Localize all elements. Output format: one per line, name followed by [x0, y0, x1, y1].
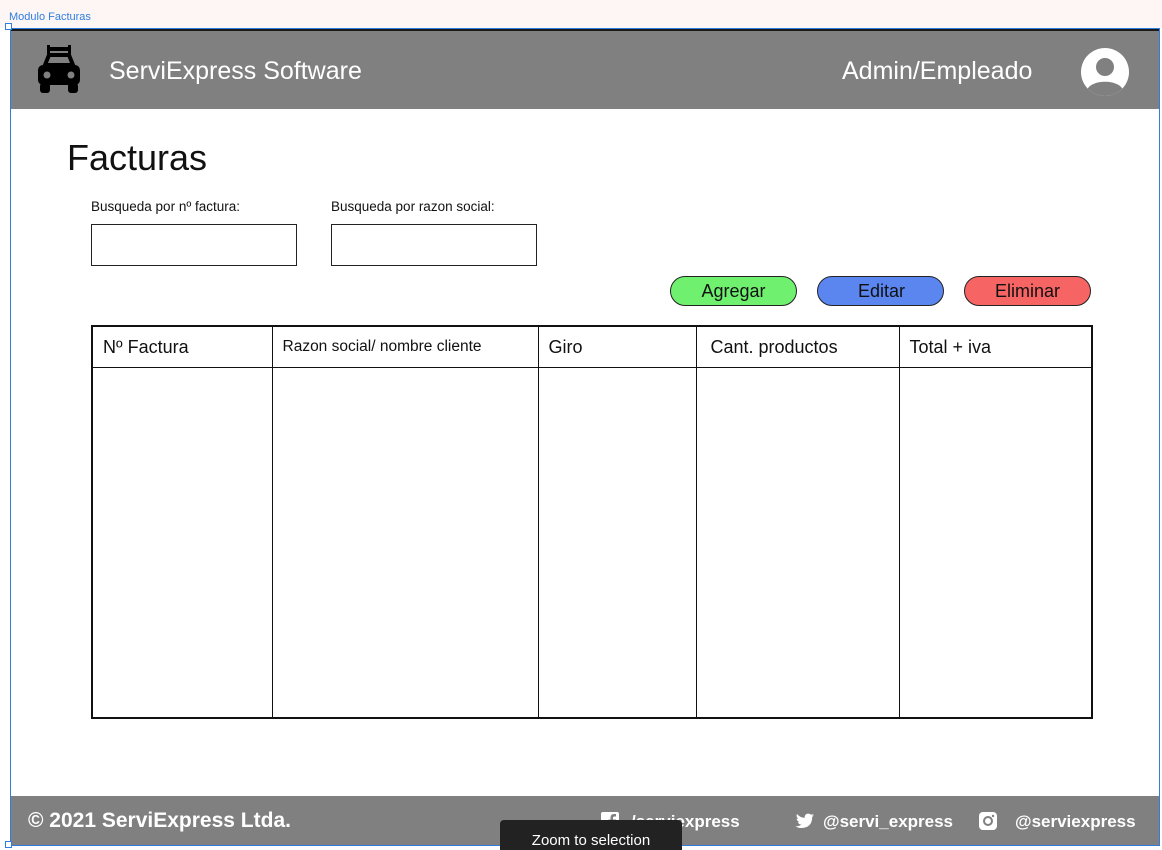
car-icon — [38, 45, 80, 93]
instagram-link[interactable]: @serviexpress — [1015, 812, 1136, 832]
edit-button[interactable]: Editar — [817, 276, 944, 306]
delete-button[interactable]: Eliminar — [964, 276, 1091, 306]
selection-handle-top-left[interactable] — [5, 23, 12, 30]
wireframe-frame[interactable]: ServiExpress Software Admin/Empleado Fac… — [10, 28, 1160, 846]
app-title: ServiExpress Software — [109, 57, 362, 85]
user-avatar-icon[interactable] — [1081, 48, 1129, 96]
add-button[interactable]: Agregar — [670, 276, 797, 306]
twitter-icon[interactable] — [795, 812, 815, 830]
copyright-text: © 2021 ServiExpress Ltda. — [28, 809, 291, 832]
frame-label[interactable]: Modulo Facturas — [9, 11, 91, 23]
table-header-row: Nº Factura Razon social/ nombre cliente … — [91, 325, 1093, 368]
canvas-top-strip — [0, 0, 1162, 28]
instagram-icon[interactable] — [978, 812, 998, 830]
company-search-input[interactable] — [331, 224, 537, 266]
column-header-product-count[interactable]: Cant. productos — [695, 325, 900, 368]
column-header-business-line[interactable]: Giro — [537, 325, 697, 368]
company-search-label: Busqueda por razon social: — [331, 199, 495, 214]
invoices-table: Nº Factura Razon social/ nombre cliente … — [91, 325, 1093, 719]
page-title: Facturas — [67, 137, 208, 178]
invoice-search-label: Busqueda por nº factura: — [91, 199, 241, 214]
column-header-total-with-tax[interactable]: Total + iva — [898, 325, 1093, 368]
user-role-label: Admin/Empleado — [842, 57, 1033, 85]
column-header-company-name[interactable]: Razon social/ nombre cliente — [271, 325, 539, 368]
table-empty-body — [91, 367, 1093, 718]
column-header-invoice-number[interactable]: Nº Factura — [91, 325, 273, 368]
twitter-link[interactable]: @servi_express — [823, 812, 953, 832]
app-header: ServiExpress Software Admin/Empleado — [11, 29, 1159, 109]
zoom-tooltip: Zoom to selection — [500, 820, 682, 850]
selection-handle-bottom-left[interactable] — [5, 841, 12, 848]
invoice-search-input[interactable] — [91, 224, 297, 266]
